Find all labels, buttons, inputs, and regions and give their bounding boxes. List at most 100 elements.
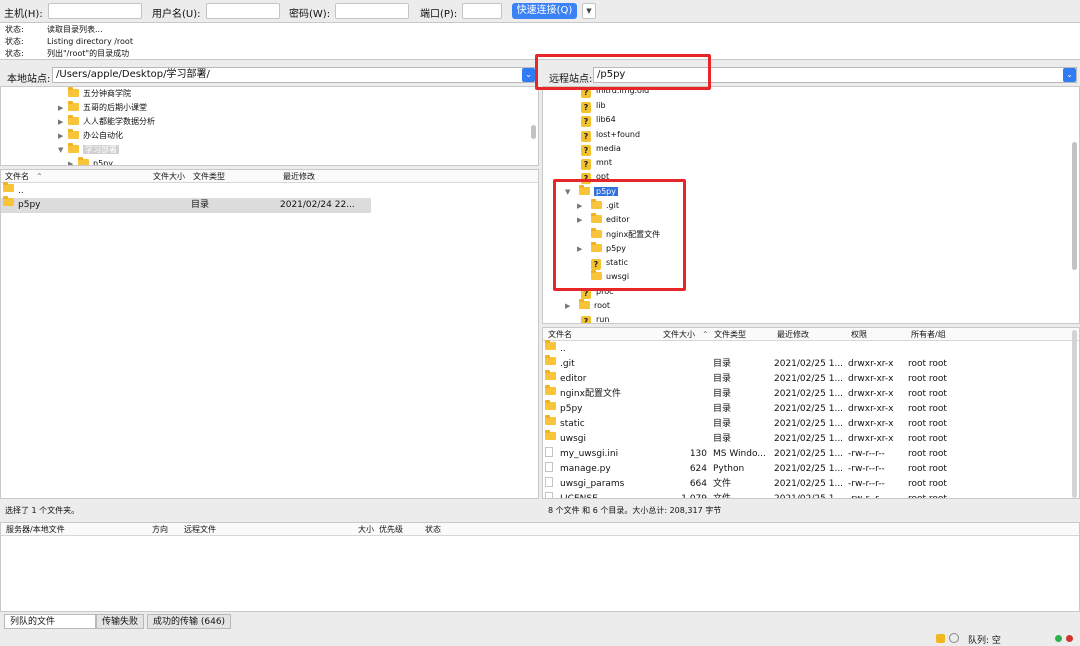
quickconnect-bar: 主机(H): 用户名(U): 密码(W): 端口(P): 快速连接(Q) ▼ bbox=[0, 0, 1080, 22]
folder-icon bbox=[3, 196, 14, 206]
speed-limit-icon[interactable] bbox=[949, 633, 959, 643]
log-line: 状态: Listing directory /root bbox=[5, 37, 133, 46]
table-row[interactable]: .git 目录 2021/02/25 1... drwxr-xr-x root root bbox=[543, 355, 1071, 372]
column-header[interactable]: 最近修改 bbox=[283, 170, 315, 183]
sort-asc-icon: ⌃ bbox=[702, 330, 709, 339]
table-row[interactable]: .. bbox=[543, 340, 1071, 357]
scrollbar-thumb[interactable] bbox=[1072, 330, 1077, 498]
column-header[interactable]: 所有者/组 bbox=[911, 328, 946, 341]
column-header[interactable]: 状态 bbox=[425, 523, 441, 536]
table-row[interactable]: LICENSE 1,079 文件 2021/02/25 1... -rw-r--r-- r… bbox=[543, 492, 1071, 498]
table-row[interactable]: p5py 目录 2021/02/25 1... drwxr-xr-x root root bbox=[543, 400, 1071, 417]
host-input[interactable] bbox=[48, 3, 142, 19]
unknown-folder-icon: ? bbox=[581, 159, 591, 170]
table-row[interactable]: manage.py 624 Python 2021/02/25 1... -rw-r--… bbox=[543, 462, 1071, 477]
expand-arrow-icon: ▶ bbox=[58, 118, 64, 126]
lock-icon bbox=[936, 634, 945, 643]
local-file-header: 文件名 ⌃ 文件大小 文件类型 最近修改 bbox=[1, 170, 538, 183]
table-row[interactable]: uwsgi_params 664 文件 2021/02/25 1... -rw-r--r… bbox=[543, 477, 1071, 492]
quickconnect-dropdown[interactable]: ▼ bbox=[582, 3, 596, 19]
transfer-queue[interactable]: 服务器/本地文件 方向 远程文件 大小 优先级 状态 bbox=[0, 522, 1080, 612]
tree-item[interactable]: ▶ p5py bbox=[68, 157, 113, 166]
folder-icon bbox=[545, 385, 556, 395]
chevron-down-icon: ⌄ bbox=[525, 70, 532, 79]
tree-item[interactable]: ▶ root bbox=[565, 299, 610, 313]
tree-item[interactable]: ? mnt bbox=[581, 156, 612, 170]
folder-icon bbox=[78, 157, 89, 165]
expand-arrow-icon: ▶ bbox=[68, 160, 74, 166]
remote-path-dropdown[interactable]: ⌄ bbox=[1063, 68, 1076, 82]
column-header[interactable]: 远程文件 bbox=[184, 523, 216, 536]
file-icon bbox=[545, 462, 553, 472]
folder-icon bbox=[579, 299, 590, 309]
activity-led-icon bbox=[1055, 635, 1062, 642]
column-header[interactable]: 文件大小 bbox=[153, 170, 185, 183]
folder-icon bbox=[545, 400, 556, 410]
column-header[interactable]: 文件大小 bbox=[663, 328, 695, 341]
username-label: 用户名(U): bbox=[152, 9, 201, 20]
folder-icon bbox=[545, 370, 556, 380]
local-path-dropdown[interactable]: ⌄ bbox=[522, 68, 535, 82]
tree-item[interactable]: ? lib64 bbox=[581, 113, 616, 127]
tree-item[interactable]: ? lib bbox=[581, 99, 606, 113]
tab-successful-transfers[interactable]: 成功的传输 (646) bbox=[147, 614, 232, 629]
table-row[interactable]: uwsgi 目录 2021/02/25 1... drwxr-xr-x root roo… bbox=[543, 430, 1071, 447]
folder-icon bbox=[68, 129, 79, 139]
file-icon bbox=[545, 447, 553, 457]
column-header[interactable]: 文件类型 bbox=[193, 170, 225, 183]
chevron-down-icon: ▼ bbox=[586, 7, 592, 15]
tree-item-selected[interactable]: ▼ 学习部署 bbox=[58, 143, 119, 157]
local-status: 选择了 1 个文件夹。 bbox=[5, 506, 80, 515]
column-header[interactable]: 文件名 bbox=[5, 170, 29, 183]
column-header[interactable]: 最近修改 bbox=[777, 328, 809, 341]
table-row[interactable]: .. bbox=[1, 182, 371, 199]
unknown-folder-icon: ? bbox=[581, 316, 591, 323]
column-header[interactable]: 文件类型 bbox=[714, 328, 746, 341]
unknown-folder-icon: ? bbox=[581, 131, 591, 142]
tree-item[interactable]: ▶ 办公自动化 bbox=[58, 129, 123, 143]
column-header[interactable]: 优先级 bbox=[379, 523, 403, 536]
collapse-arrow-icon: ▼ bbox=[58, 146, 64, 154]
column-header[interactable]: 服务器/本地文件 bbox=[6, 523, 65, 536]
tree-item[interactable]: ? run bbox=[581, 313, 609, 323]
tree-item[interactable]: ▶ 人人都能学数据分析 bbox=[58, 115, 155, 129]
tree-item[interactable]: ? media bbox=[581, 142, 621, 156]
folder-icon bbox=[68, 101, 79, 111]
table-row[interactable]: nginx配置文件 目录 2021/02/25 1... drwxr-xr-x root… bbox=[543, 385, 1071, 402]
username-input[interactable] bbox=[206, 3, 280, 19]
column-header[interactable]: 文件名 bbox=[548, 328, 572, 341]
port-input[interactable] bbox=[462, 3, 502, 19]
password-input[interactable] bbox=[335, 3, 409, 19]
log-line: 状态: 列出"/root"的目录成功 bbox=[5, 49, 130, 58]
local-file-list[interactable]: 文件名 ⌃ 文件大小 文件类型 最近修改 .. p5py 目录 2021/02/… bbox=[0, 169, 539, 499]
expand-arrow-icon: ▶ bbox=[58, 104, 64, 112]
table-row[interactable]: editor 目录 2021/02/25 1... drwxr-xr-x root ro… bbox=[543, 370, 1071, 387]
scrollbar-thumb[interactable] bbox=[531, 125, 536, 139]
tree-item[interactable]: ? lost+found bbox=[581, 128, 640, 142]
column-header[interactable]: 权限 bbox=[851, 328, 867, 341]
remote-status: 8 个文件 和 6 个目录。大小总计: 208,317 字节 bbox=[548, 506, 722, 515]
tab-failed-transfers[interactable]: 传输失败 bbox=[96, 614, 145, 629]
tree-item[interactable]: 五分钟商学院 bbox=[58, 87, 131, 101]
folder-icon bbox=[545, 340, 556, 350]
local-directory-tree[interactable]: 五分钟商学院 ▶ 五哥的后期小课堂 ▶ 人人都能学数据分析 ▶ 办公自动化 ▼ 学习部署… bbox=[0, 86, 539, 166]
annotation-box bbox=[535, 54, 711, 90]
local-path-input[interactable]: /Users/apple/Desktop/学习部署/ bbox=[52, 67, 536, 83]
expand-arrow-icon: ▶ bbox=[565, 302, 571, 310]
table-row-selected[interactable]: p5py 目录 2021/02/24 22... bbox=[1, 196, 371, 213]
column-header[interactable]: 大小 bbox=[358, 523, 374, 536]
sort-asc-icon: ⌃ bbox=[36, 172, 43, 181]
unknown-folder-icon: ? bbox=[581, 102, 591, 113]
table-row[interactable]: static 目录 2021/02/25 1... drwxr-xr-x root ro… bbox=[543, 415, 1071, 432]
table-row[interactable]: my_uwsgi.ini 130 MS Windo... 2021/02/25 1..… bbox=[543, 447, 1071, 462]
remote-file-list[interactable]: 文件名 文件大小 ⌃ 文件类型 最近修改 权限 所有者/组 .. .git 目录 20… bbox=[542, 327, 1080, 499]
column-header[interactable]: 方向 bbox=[152, 523, 168, 536]
tree-item[interactable]: ▶ 五哥的后期小课堂 bbox=[58, 101, 147, 115]
queue-status: 队列: 空 bbox=[968, 636, 1001, 646]
tab-queued-files[interactable]: 列队的文件 bbox=[4, 614, 96, 629]
scrollbar-thumb[interactable] bbox=[1072, 142, 1077, 270]
queue-header: 服务器/本地文件 方向 远程文件 大小 优先级 状态 bbox=[1, 523, 1079, 536]
annotation-box bbox=[553, 179, 686, 291]
folder-icon bbox=[3, 182, 14, 192]
quickconnect-button[interactable]: 快速连接(Q) bbox=[512, 3, 577, 19]
